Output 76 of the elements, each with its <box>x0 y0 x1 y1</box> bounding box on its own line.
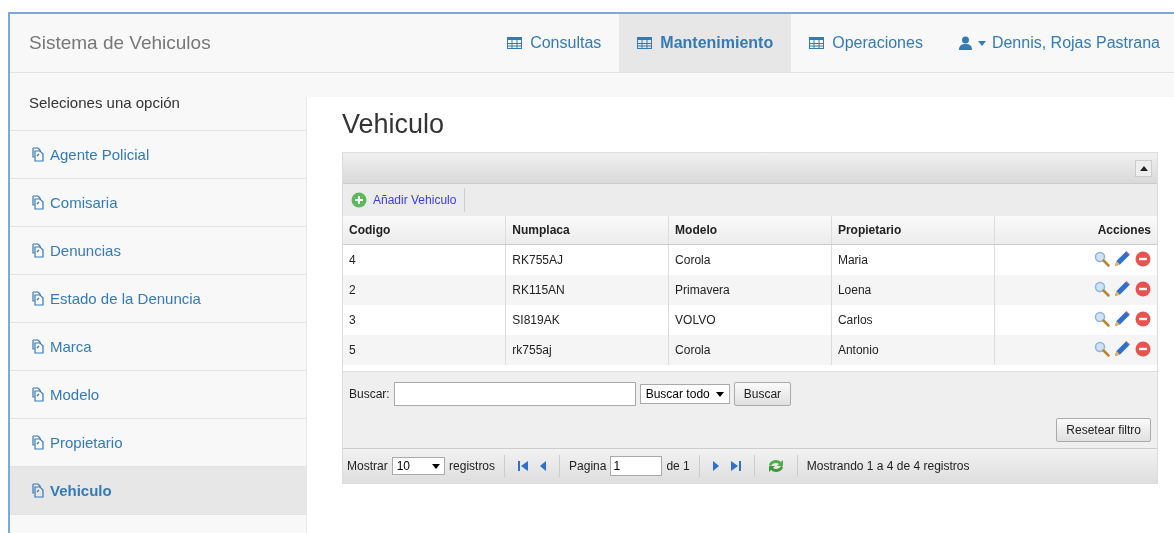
column-header[interactable]: Acciones <box>994 216 1157 245</box>
reset-filter-button[interactable]: Resetear filtro <box>1056 418 1151 442</box>
copy-icon <box>29 387 44 402</box>
page-field[interactable]: 1 <box>610 456 663 476</box>
page-title: Vehiculo <box>342 109 446 140</box>
table-icon <box>637 37 653 49</box>
pencil-icon[interactable] <box>1114 310 1131 328</box>
page-size-dropdown[interactable]: 10 <box>391 457 446 475</box>
pencil-icon[interactable] <box>1114 280 1131 298</box>
table-cell: Antonio <box>837 343 879 357</box>
last-page-icon <box>729 460 742 472</box>
search-icon[interactable] <box>1094 310 1110 327</box>
delete-icon[interactable] <box>1135 310 1151 327</box>
add-button[interactable]: Añadir Vehiculo <box>343 188 466 212</box>
table-cell: VOLVO <box>675 313 716 327</box>
nav-tab[interactable]: Mantenimiento <box>619 14 792 72</box>
table-cell: SI819AK <box>512 313 560 327</box>
copy-icon <box>29 483 44 498</box>
pencil-icon[interactable] <box>1114 250 1131 268</box>
table-cell: Maria <box>837 253 868 267</box>
delete-icon[interactable] <box>1135 250 1151 267</box>
delete-icon[interactable] <box>1135 340 1151 357</box>
column-header[interactable]: Numplaca <box>505 216 669 245</box>
table-cell: rk755aj <box>512 343 552 357</box>
first-page-icon <box>517 460 530 472</box>
table-cell: 4 <box>349 253 356 267</box>
search-icon[interactable] <box>1094 280 1110 297</box>
table-icon <box>809 37 825 49</box>
copy-icon <box>29 435 44 450</box>
user-menu[interactable]: Dennis, Rojas Pastrana <box>940 14 1174 72</box>
delete-icon[interactable] <box>1135 280 1151 297</box>
nav-tab[interactable]: Operaciones <box>791 14 941 72</box>
pencil-icon[interactable] <box>1114 340 1131 358</box>
column-header[interactable]: Modelo <box>668 216 832 245</box>
table-cell: RK755AJ <box>512 253 563 267</box>
nav-tab[interactable]: Consultas <box>489 14 620 72</box>
column-header[interactable]: Codigo <box>343 216 506 245</box>
triangle-up-icon <box>1139 165 1148 171</box>
sidebar-item[interactable]: Vehiculo <box>10 467 306 515</box>
app-title: Sistema de Vehiculos <box>28 32 212 54</box>
user-icon <box>958 36 972 50</box>
table-cell: Primavera <box>675 283 730 297</box>
table-cell: 3 <box>349 313 356 327</box>
copy-icon <box>29 147 44 162</box>
page-label: Pagina <box>569 459 607 473</box>
caret-icon <box>715 391 724 397</box>
column-header[interactable]: Propietario <box>831 216 995 245</box>
records-info: Mostrando 1 a 4 de 4 registros <box>806 459 970 473</box>
table-cell: 2 <box>349 283 356 297</box>
search-icon[interactable] <box>1094 250 1110 267</box>
page-count: de 1 <box>666 459 690 473</box>
table-icon <box>507 37 523 49</box>
previous-icon <box>539 460 548 472</box>
search-field[interactable] <box>393 382 636 406</box>
copy-icon <box>29 339 44 354</box>
search-button[interactable]: Buscar <box>733 382 792 406</box>
table-cell: 5 <box>349 343 356 357</box>
table-cell: RK115AN <box>512 283 565 297</box>
search-icon[interactable] <box>1094 340 1110 357</box>
search-scope-dropdown[interactable]: Buscar todo <box>639 384 730 404</box>
copy-icon <box>29 195 44 210</box>
refresh-icon <box>766 458 785 474</box>
copy-icon <box>29 243 44 258</box>
caret-icon <box>432 463 441 469</box>
table-cell: Loena <box>837 283 872 297</box>
plus-icon <box>351 192 367 208</box>
table-cell: Carlos <box>837 313 873 327</box>
caret-icon <box>977 40 986 46</box>
table-cell: Corola <box>675 343 711 357</box>
show-label: Mostrar <box>347 459 388 473</box>
search-label: Buscar: <box>349 387 390 401</box>
records-label: registros <box>449 459 496 473</box>
next-icon <box>711 460 720 472</box>
collapse-button[interactable] <box>1135 159 1152 177</box>
copy-icon <box>29 291 44 306</box>
table-cell: Corola <box>675 253 711 267</box>
